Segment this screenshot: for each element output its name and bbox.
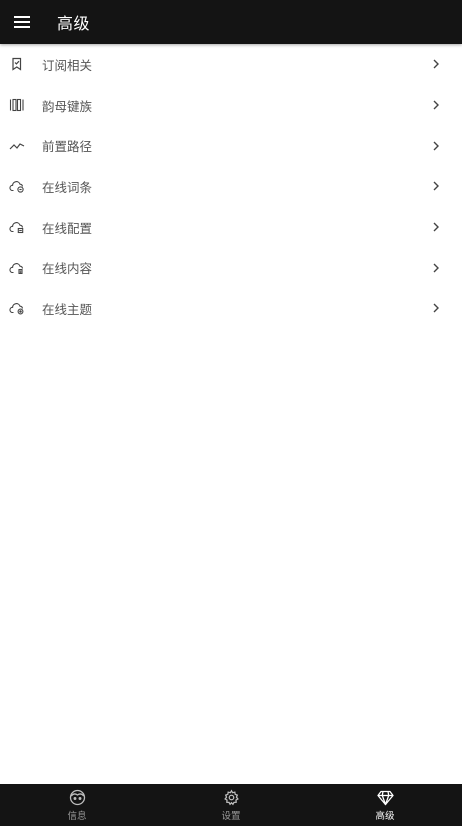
list-item-label: 前置路径 [42,139,93,155]
list-item-prefix-path[interactable]: 前置路径 [0,125,462,166]
face-icon [69,789,86,807]
chevron-right-icon [432,248,462,288]
nav-tab-label: 高级 [375,810,395,822]
chevron-right-icon [432,288,462,328]
menu-button[interactable] [0,0,44,44]
cloud-content-icon [0,248,34,288]
page-title: 高级 [57,14,91,33]
bookmark-icon [0,44,34,84]
list-item-final-keys[interactable]: 韵母键族 [0,85,462,126]
nav-tab-label: 信息 [67,810,87,822]
gear-icon [223,789,240,807]
diamond-icon [376,789,394,807]
hamburger-menu-icon [14,16,30,28]
top-app-bar: 高级 [0,0,462,44]
bottom-navigation: 信息 设置 高级 [0,784,462,826]
list-item-label: 订阅相关 [42,57,93,73]
chevron-right-icon [432,85,462,125]
list-item-online-content[interactable]: 在线内容 [0,247,462,288]
chevron-right-icon [432,207,462,247]
path-icon [0,126,34,166]
list-item-label: 在线内容 [42,261,93,277]
list-item-online-config[interactable]: 在线配置 [0,207,462,248]
chevron-right-icon [432,126,462,166]
cloud-theme-icon [0,288,34,328]
list-item-label: 韵母键族 [42,98,93,114]
list-item-label: 在线主题 [42,301,93,317]
app-root: 高级 订阅相关 韵母键族 前置路径 在线词条 在线配置 在线内容 在线主题 信息… [0,0,462,826]
cloud-config-icon [0,207,34,247]
cloud-words-icon [0,166,34,206]
nav-tab-label: 设置 [221,810,241,822]
advanced-settings-list: 订阅相关 韵母键族 前置路径 在线词条 在线配置 在线内容 在线主题 [0,44,462,329]
list-item-subscription[interactable]: 订阅相关 [0,44,462,85]
list-item-online-words[interactable]: 在线词条 [0,166,462,207]
nav-tab-info[interactable]: 信息 [0,784,154,826]
chevron-right-icon [432,44,462,84]
keys-icon [0,85,34,125]
nav-tab-advanced[interactable]: 高级 [308,784,462,826]
list-item-online-theme[interactable]: 在线主题 [0,288,462,329]
list-item-label: 在线词条 [42,179,93,195]
list-item-label: 在线配置 [42,220,93,236]
chevron-right-icon [432,166,462,206]
nav-tab-settings[interactable]: 设置 [154,784,308,826]
